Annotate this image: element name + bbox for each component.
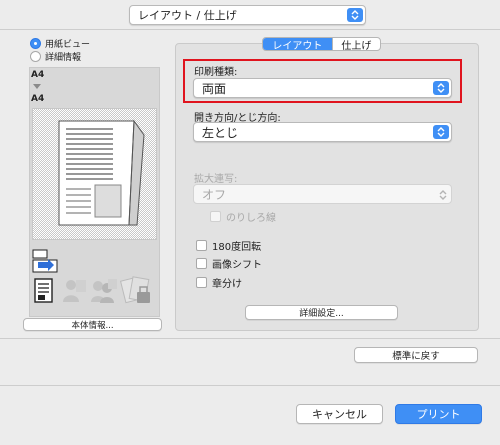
popup-arrows-icon — [433, 81, 449, 95]
tab-finishing[interactable]: 仕上げ — [331, 38, 380, 50]
paper-preview: A4 A4 — [29, 67, 160, 317]
account-track-icon — [90, 278, 118, 307]
radio-on-icon — [30, 38, 41, 49]
reset-defaults-button-label: 標準に戻す — [392, 351, 440, 362]
reset-defaults-button[interactable]: 標準に戻す — [354, 347, 478, 363]
margin-line-label: のりしろ線 — [226, 213, 276, 224]
panel-select-value: レイアウト / 仕上げ — [138, 9, 237, 22]
cancel-button[interactable]: キャンセル — [296, 404, 383, 424]
detail-settings-button[interactable]: 詳細設定... — [245, 305, 398, 320]
popup-arrows-icon — [347, 8, 363, 22]
document-icon — [33, 278, 55, 307]
print-button-label: プリント — [416, 408, 461, 421]
chapter-checkbox[interactable]: 章分け — [196, 275, 242, 290]
chapter-label: 章分け — [212, 279, 242, 290]
header-divider — [0, 29, 500, 30]
radio-paper-view-label: 用紙ビュー — [45, 40, 91, 50]
binding-select[interactable]: 左とじ — [193, 122, 452, 142]
panel-select[interactable]: レイアウト / 仕上げ — [129, 5, 366, 25]
popup-arrows-icon — [433, 125, 449, 139]
print-button[interactable]: プリント — [395, 404, 482, 424]
rotate180-checkbox[interactable]: 180度回転 — [196, 238, 261, 253]
arrow-down-icon — [33, 84, 41, 89]
device-info-button[interactable]: 本体情報... — [23, 318, 162, 331]
cancel-button-label: キャンセル — [312, 408, 367, 421]
radio-off-icon — [30, 51, 41, 62]
device-info-button-label: 本体情報... — [71, 320, 114, 331]
output-tray-icon — [32, 248, 60, 277]
checkbox-icon — [196, 258, 207, 269]
rotate180-label: 180度回転 — [212, 242, 262, 253]
footer-divider-bottom — [0, 385, 500, 386]
print-type-label: 印刷種類: — [194, 67, 238, 78]
checkbox-icon — [210, 211, 221, 222]
duplex-preview-area — [32, 108, 157, 240]
enlarge-value: オフ — [202, 187, 227, 202]
paper-size-output: A4 — [31, 94, 45, 104]
user-auth-icon — [62, 278, 88, 307]
radio-detail-info-label: 詳細情報 — [45, 53, 82, 63]
stamp-icon — [119, 275, 152, 308]
enlarge-select[interactable]: オフ — [193, 184, 452, 204]
detail-settings-button-label: 詳細設定... — [299, 309, 344, 319]
tab-layout[interactable]: レイアウト — [263, 38, 332, 50]
image-shift-label: 画像シフト — [212, 260, 262, 271]
paper-size-source: A4 — [31, 70, 45, 80]
print-type-value: 両面 — [202, 81, 227, 96]
binding-value: 左とじ — [202, 125, 239, 140]
radio-paper-view[interactable]: 用紙ビュー — [30, 37, 90, 50]
checkbox-icon — [196, 240, 207, 251]
footer-divider-top — [0, 338, 500, 339]
print-type-select[interactable]: 両面 — [193, 78, 452, 98]
enlarge-label: 拡大連写: — [194, 174, 238, 185]
margin-line-checkbox[interactable]: のりしろ線 — [210, 209, 276, 224]
popup-arrows-icon — [439, 189, 447, 204]
layout-finish-tabs: レイアウト 仕上げ — [262, 37, 381, 51]
radio-detail-info[interactable]: 詳細情報 — [30, 50, 81, 63]
image-shift-checkbox[interactable]: 画像シフト — [196, 256, 262, 271]
checkbox-icon — [196, 277, 207, 288]
duplex-page-icon — [58, 119, 145, 226]
